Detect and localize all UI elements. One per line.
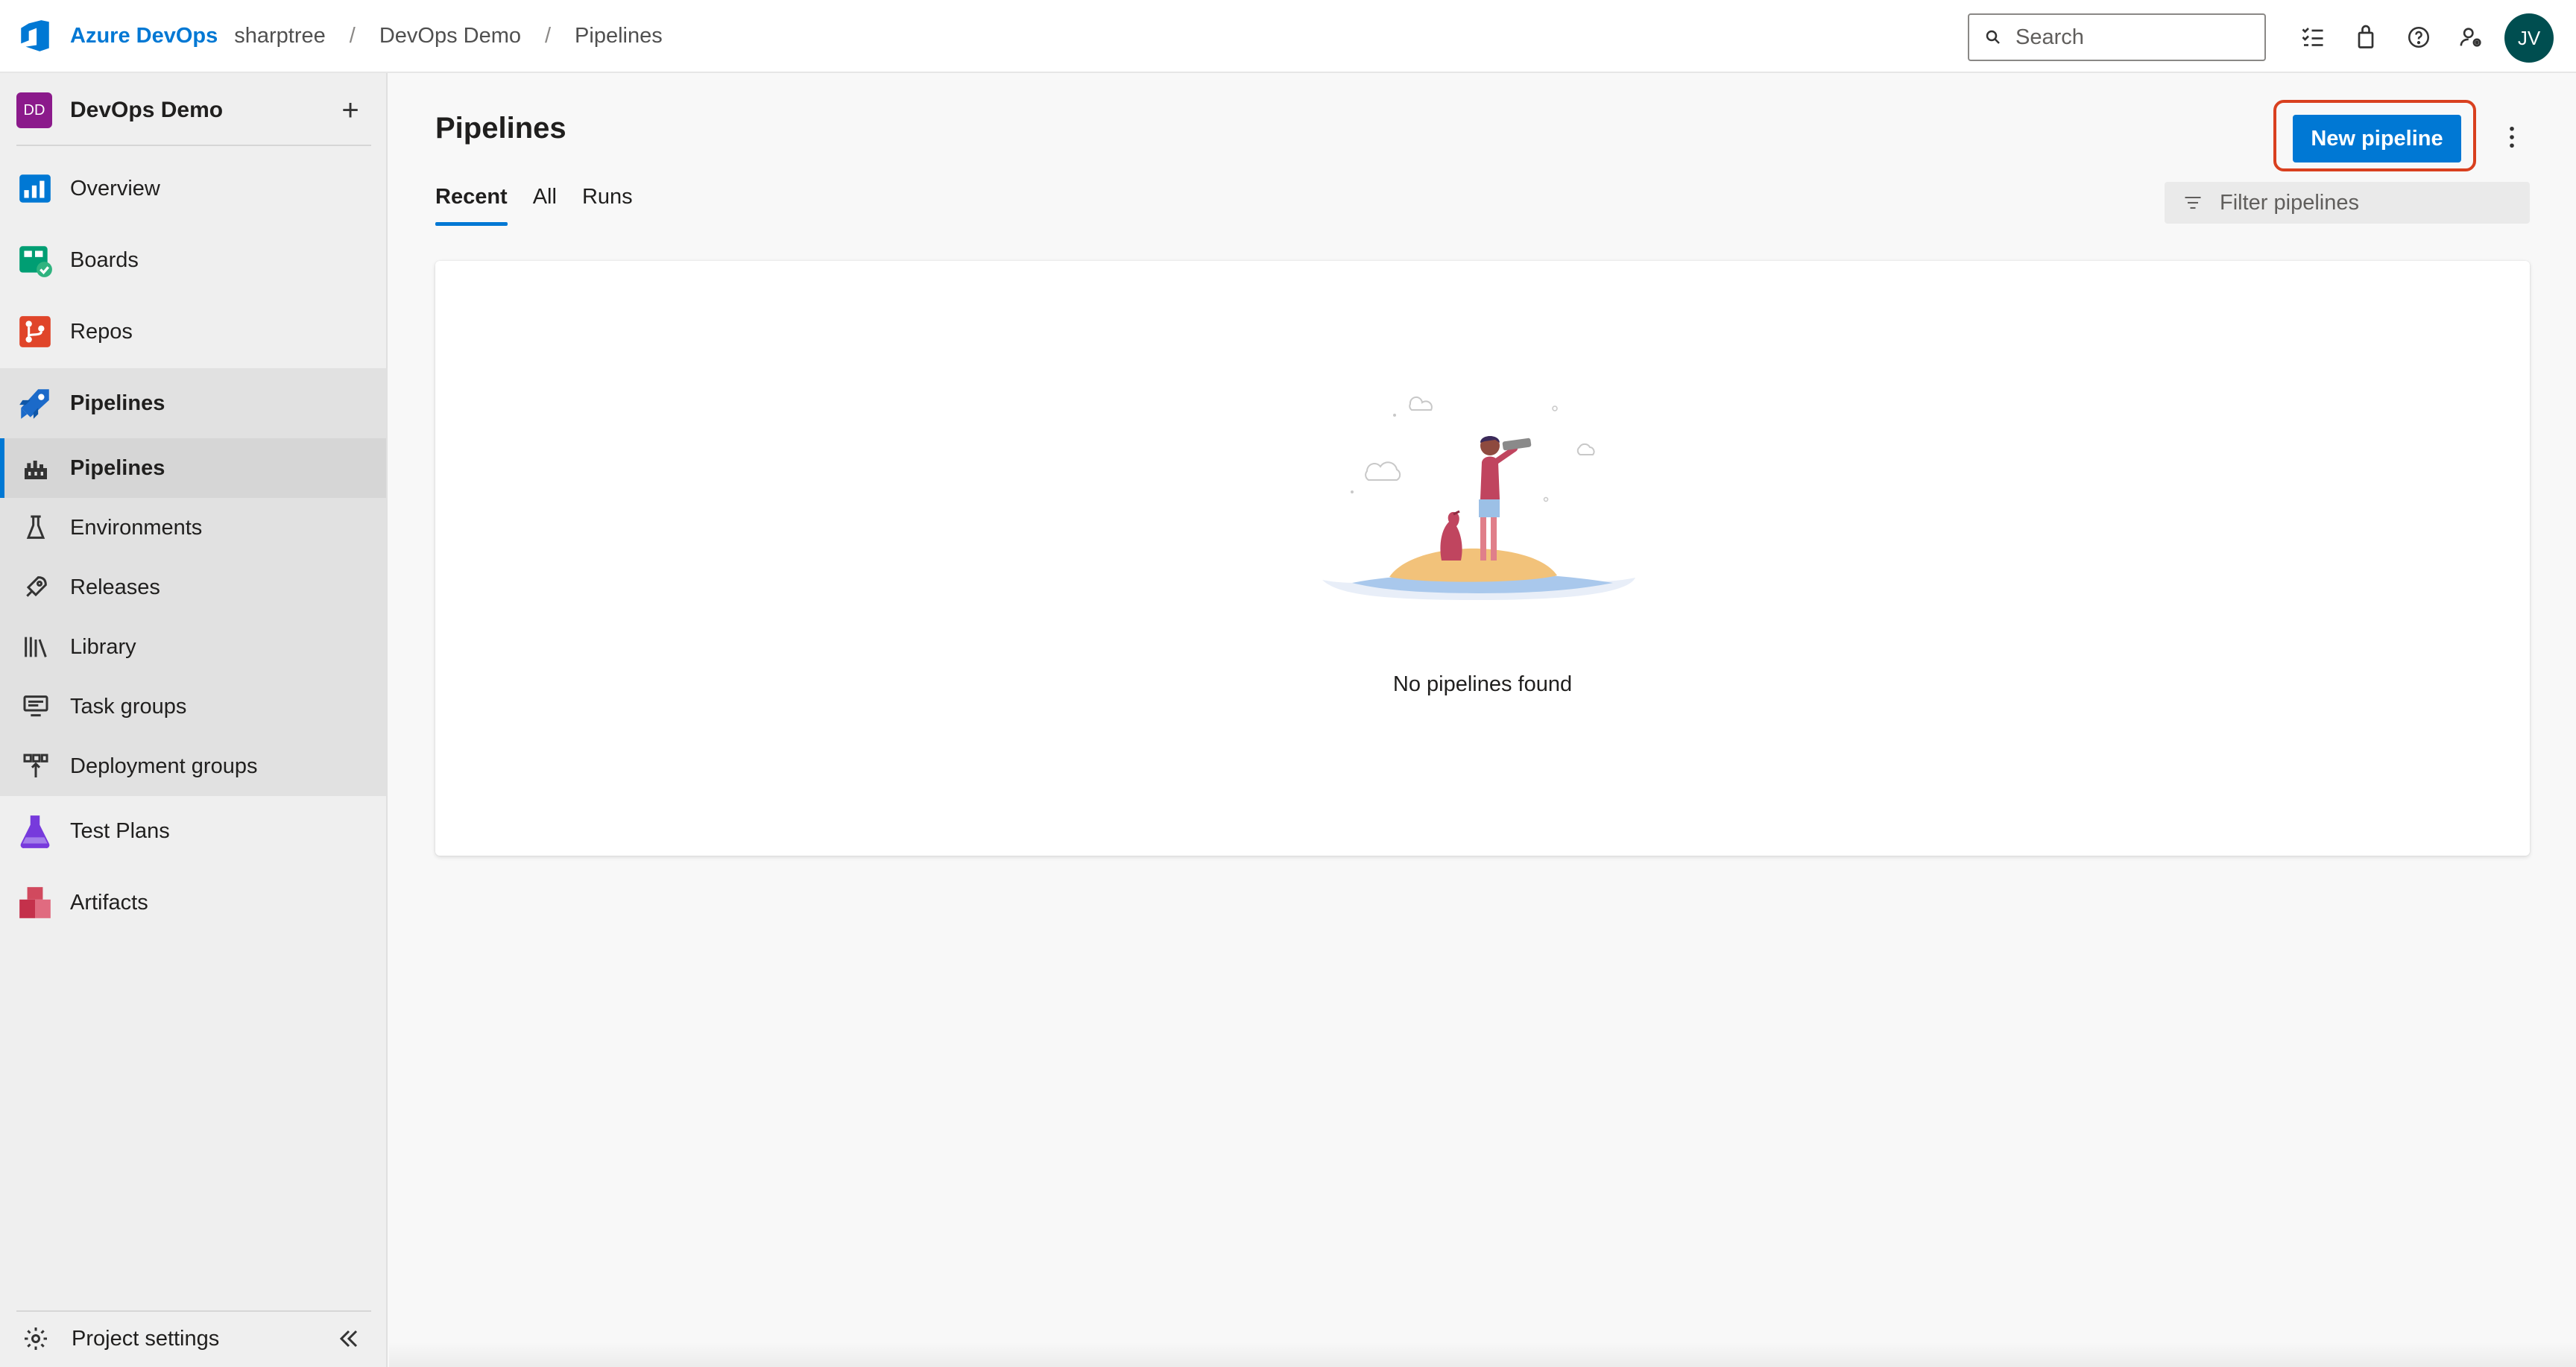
task-groups-icon <box>23 695 48 717</box>
sidebar-subitem-pipelines[interactable]: Pipelines <box>0 438 386 498</box>
sidebar-subitem-environments[interactable]: Environments <box>0 498 386 558</box>
breadcrumb-page[interactable]: Pipelines <box>575 24 663 48</box>
sidebar-item-boards[interactable]: Boards <box>0 225 386 295</box>
test-plans-icon <box>20 815 50 848</box>
sidebar-subitem-label: Library <box>70 634 136 659</box>
sidebar-subitem-library[interactable]: Library <box>0 617 386 677</box>
filter-pipelines-input[interactable]: Filter pipelines <box>2165 182 2530 224</box>
boards-icon <box>19 246 52 277</box>
sidebar-item-artifacts[interactable]: Artifacts <box>0 868 386 938</box>
new-pipeline-button[interactable]: New pipeline <box>2293 115 2461 162</box>
artifacts-icon <box>19 887 51 918</box>
sidebar-subitem-deployment-groups[interactable]: Deployment groups <box>0 736 386 796</box>
empty-state-illustration <box>1322 396 1635 600</box>
breadcrumb-separator: / <box>349 23 356 48</box>
sidebar-item-label: Artifacts <box>70 890 148 915</box>
top-bar: Azure DevOps sharptree / DevOps Demo / P… <box>0 0 2576 73</box>
project-settings[interactable]: Project settings <box>0 1310 386 1367</box>
sidebar-item-overview[interactable]: Overview <box>0 154 386 224</box>
avatar[interactable]: JV <box>2504 13 2554 63</box>
search-placeholder: Search <box>2015 25 2084 49</box>
sidebar-item-label: Pipelines <box>70 391 165 415</box>
page-title: Pipelines <box>435 112 566 145</box>
marketplace-icon[interactable] <box>2345 16 2387 58</box>
project-badge: DD <box>16 92 52 128</box>
empty-state-message: No pipelines found <box>1392 672 1573 696</box>
add-icon[interactable]: + <box>329 89 371 131</box>
brand[interactable]: Azure DevOps <box>16 17 218 54</box>
sidebar-subitem-label: Pipelines <box>70 455 165 480</box>
environments-icon <box>26 515 45 539</box>
tab-all[interactable]: All <box>533 185 557 226</box>
divider <box>16 145 371 146</box>
main-content: Pipelines New pipeline Recent All Runs F… <box>389 73 2576 1367</box>
collapse-sidebar-icon[interactable] <box>334 1324 364 1354</box>
overview-icon <box>19 174 51 203</box>
sidebar-subitem-label: Releases <box>70 575 160 599</box>
sidebar-item-test-plans[interactable]: Test Plans <box>0 796 386 866</box>
breadcrumb-organization[interactable]: sharptree <box>234 24 326 48</box>
tab-bar: Recent All Runs <box>435 185 658 226</box>
sidebar-subitem-label: Environments <box>70 515 203 540</box>
help-icon[interactable] <box>2398 16 2440 58</box>
pipelines-icon <box>19 389 49 419</box>
highlight-outline: New pipeline <box>2273 100 2476 171</box>
tab-runs[interactable]: Runs <box>582 185 633 226</box>
azure-devops-logo-icon <box>21 20 49 51</box>
sidebar-item-label: Boards <box>70 247 139 272</box>
filter-icon <box>2185 196 2201 209</box>
search-input[interactable]: Search <box>1968 13 2266 61</box>
search-icon <box>1986 30 2000 44</box>
sidebar-item-label: Repos <box>70 319 133 344</box>
work-items-icon[interactable] <box>2292 16 2334 58</box>
sidebar-subitem-releases[interactable]: Releases <box>0 558 386 617</box>
library-icon <box>25 637 47 657</box>
user-settings-icon[interactable] <box>2451 16 2493 58</box>
sidebar-subitem-label: Task groups <box>70 694 187 719</box>
sidebar-subitem-task-groups[interactable]: Task groups <box>0 677 386 736</box>
sidebar-item-label: Test Plans <box>70 818 170 843</box>
sidebar-item-repos[interactable]: Repos <box>0 297 386 367</box>
brand-name[interactable]: Azure DevOps <box>70 24 218 48</box>
sidebar-item-pipelines[interactable]: Pipelines <box>0 368 386 438</box>
tab-recent[interactable]: Recent <box>435 185 508 226</box>
sidebar: DD DevOps Demo + Overview Boards Repos P… <box>0 73 388 1367</box>
deployment-groups-icon <box>23 754 48 777</box>
repos-icon <box>19 316 51 347</box>
sidebar-subitem-label: Deployment groups <box>70 754 258 778</box>
breadcrumb-separator: / <box>544 23 552 48</box>
sidebar-item-label: Overview <box>70 176 160 201</box>
project-name[interactable]: DevOps Demo <box>70 98 223 123</box>
breadcrumb-project[interactable]: DevOps Demo <box>379 24 521 48</box>
releases-icon <box>26 576 47 597</box>
pipelines-list-card: No pipelines found <box>435 261 2530 856</box>
project-header[interactable]: DD DevOps Demo + <box>16 89 371 131</box>
pipelines-sub-icon <box>25 461 47 479</box>
bottom-edge-shadow <box>389 1342 2576 1367</box>
project-settings-label: Project settings <box>72 1326 220 1351</box>
filter-placeholder: Filter pipelines <box>2220 190 2359 215</box>
gear-icon <box>25 1327 47 1350</box>
more-options-icon[interactable] <box>2496 121 2528 154</box>
